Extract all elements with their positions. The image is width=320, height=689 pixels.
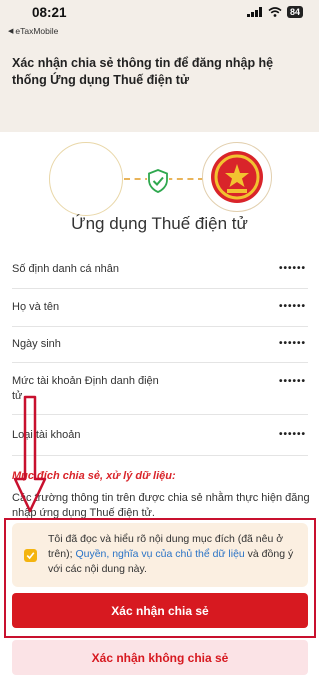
annotation-highlight-box: [4, 518, 316, 638]
app-name-heading: Ứng dụng Thuế điện tử: [71, 214, 248, 233]
logo-row: [0, 142, 319, 222]
field-value: ••••••: [278, 338, 306, 349]
back-triangle-icon: ◀: [8, 28, 14, 35]
shared-fields-list: Số định danh cá nhân •••••• Họ và tên ••…: [12, 252, 308, 456]
field-label: Ngày sinh: [12, 338, 61, 350]
purpose-text: Các trường thông tin trên được chia sẻ n…: [12, 492, 310, 519]
field-row: Mức tài khoản Định danh điện tử ••••••: [12, 363, 308, 415]
field-row: Ngày sinh ••••••: [12, 327, 308, 363]
field-label: Số định danh cá nhân: [12, 263, 120, 275]
blank-circle-logo: [49, 142, 123, 216]
shield-check-icon: [147, 169, 169, 193]
back-label: eTaxMobile: [15, 26, 59, 36]
field-value: ••••••: [278, 301, 306, 312]
back-to-etaxmobile[interactable]: ◀ eTaxMobile: [8, 26, 58, 36]
field-row: Loại tài khoản ••••••: [12, 415, 308, 456]
page-title: Xác nhận chia sẻ thông tin để đăng nhập …: [12, 56, 274, 87]
field-value: ••••••: [278, 263, 306, 274]
battery-icon: 84: [286, 6, 303, 18]
field-row: Họ và tên ••••••: [12, 289, 308, 327]
status-icons: 84: [246, 6, 303, 18]
status-bar: 08:21 84: [0, 0, 319, 22]
field-value: ••••••: [278, 376, 306, 387]
field-value: ••••••: [278, 429, 306, 440]
national-emblem-icon: [202, 142, 272, 212]
field-row: Số định danh cá nhân ••••••: [12, 252, 308, 289]
annotation-arrow-icon: [14, 395, 47, 513]
field-label: Họ và tên: [12, 301, 60, 313]
wifi-icon: [268, 7, 282, 17]
status-time: 08:21: [32, 5, 67, 20]
signal-icon: [246, 7, 262, 17]
decline-share-button[interactable]: Xác nhận không chia sẻ: [12, 640, 308, 675]
